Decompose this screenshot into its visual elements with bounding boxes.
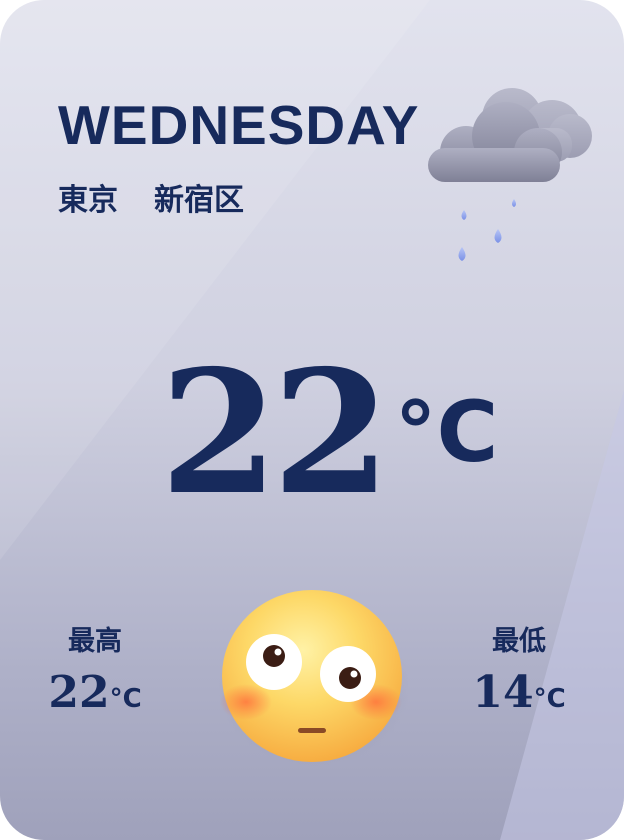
weather-card: WEDNESDAY 東京 新宿区 22 °C 最高 22°C 最低 14°C	[0, 0, 624, 840]
ward-name: 新宿区	[154, 183, 244, 218]
high-temperature-label: 最高	[68, 626, 122, 657]
high-temperature-reading: 22°C	[20, 671, 170, 715]
left-eye	[246, 634, 302, 690]
high-temperature-unit: °C	[109, 684, 142, 714]
location-label: 東京 新宿区	[58, 186, 244, 216]
low-temperature-value: 14	[472, 667, 534, 718]
current-temperature-unit: °C	[394, 383, 499, 481]
right-eye	[320, 646, 376, 702]
current-temperature-value: 22	[160, 333, 391, 533]
high-temperature-value: 22	[48, 667, 110, 718]
high-temperature: 最高 22°C	[20, 628, 170, 715]
weekday-title: WEDNESDAY	[58, 94, 420, 156]
low-temperature-reading: 14°C	[444, 671, 594, 715]
rain-cloud-icon	[428, 88, 592, 261]
current-temperature: 22 °C	[160, 348, 498, 518]
flushed-face-icon	[218, 590, 408, 766]
low-temperature: 最低 14°C	[444, 628, 594, 715]
low-temperature-unit: °C	[533, 684, 566, 714]
city-name: 東京	[58, 183, 118, 218]
low-temperature-label: 最低	[492, 626, 546, 657]
